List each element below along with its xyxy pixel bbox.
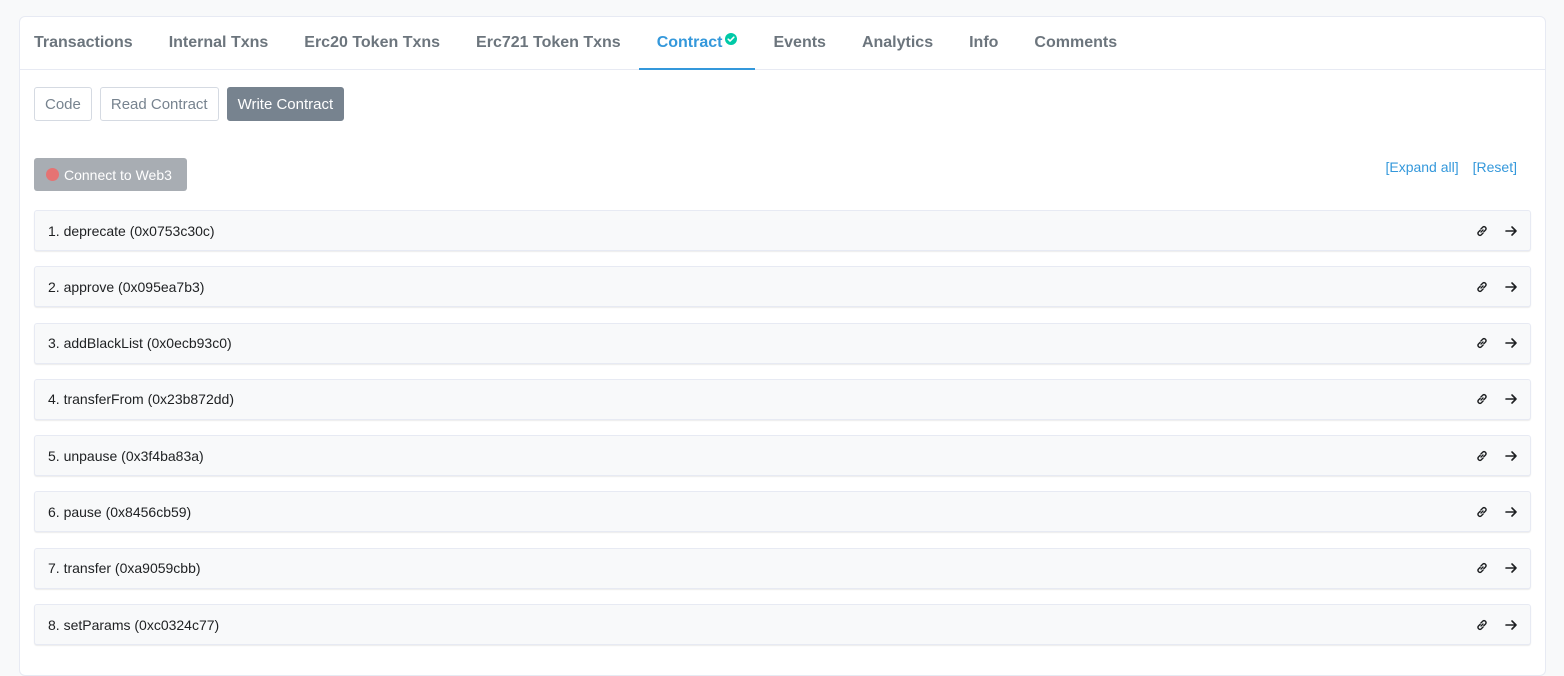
tab-label: Internal Txns <box>168 34 269 51</box>
subtab-code[interactable]: Code <box>34 87 92 121</box>
function-row[interactable]: 7. transfer (0xa9059cbb) <box>34 547 1531 589</box>
function-label: 8. setParams (0xc0324c77) <box>48 616 220 633</box>
row-actions <box>1475 224 1518 238</box>
arrow-right-icon[interactable] <box>1505 562 1518 574</box>
contract-card: Transactions Internal Txns Erc20 Token T… <box>19 16 1546 676</box>
tab-analytics[interactable]: Analytics <box>844 17 951 69</box>
tab-erc20-token-txns[interactable]: Erc20 Token Txns <box>286 17 458 69</box>
subtab-write-contract[interactable]: Write Contract <box>226 87 345 121</box>
connect-web3-button[interactable]: Connect to Web3 <box>34 158 187 191</box>
tab-comments[interactable]: Comments <box>1016 17 1135 69</box>
connection-status-icon <box>46 168 59 181</box>
tab-bar: Transactions Internal Txns Erc20 Token T… <box>20 17 1545 70</box>
tab-internal-txns[interactable]: Internal Txns <box>151 17 287 69</box>
arrow-right-icon[interactable] <box>1505 619 1518 631</box>
contract-subtabs: Code Read Contract Write Contract <box>34 87 345 121</box>
function-row[interactable]: 8. setParams (0xc0324c77) <box>34 604 1531 646</box>
function-row[interactable]: 1. deprecate (0x0753c30c) <box>34 210 1531 251</box>
row-actions <box>1475 392 1518 406</box>
function-label: 6. pause (0x8456cb59) <box>48 503 192 520</box>
arrow-right-icon[interactable] <box>1505 450 1518 462</box>
link-icon[interactable] <box>1475 449 1489 463</box>
link-icon[interactable] <box>1475 280 1489 294</box>
tab-contract[interactable]: Contract <box>638 17 756 70</box>
link-icon[interactable] <box>1475 336 1489 350</box>
row-actions <box>1475 449 1518 463</box>
tab-erc721-token-txns[interactable]: Erc721 Token Txns <box>458 17 639 69</box>
function-label: 4. transferFrom (0x23b872dd) <box>48 391 234 408</box>
link-icon[interactable] <box>1475 224 1489 238</box>
link-icon[interactable] <box>1475 561 1489 575</box>
function-label: 5. unpause (0x3f4ba83a) <box>48 447 204 464</box>
reset-link[interactable]: [Reset] <box>1473 159 1517 175</box>
function-row[interactable]: 3. addBlackList (0x0ecb93c0) <box>34 322 1531 364</box>
function-row[interactable]: 5. unpause (0x3f4ba83a) <box>34 435 1531 477</box>
arrow-right-icon[interactable] <box>1505 281 1518 293</box>
expand-links: [Expand all] [Reset] <box>1385 159 1517 175</box>
tab-label: Info <box>969 34 999 51</box>
tab-label: Erc20 Token Txns <box>304 34 441 51</box>
row-actions <box>1475 505 1518 519</box>
link-icon[interactable] <box>1475 505 1489 519</box>
tab-events[interactable]: Events <box>755 17 843 69</box>
function-row[interactable]: 4. transferFrom (0x23b872dd) <box>34 378 1531 420</box>
row-actions <box>1475 336 1518 350</box>
tab-label: Analytics <box>861 34 934 51</box>
link-icon[interactable] <box>1475 392 1489 406</box>
tab-info[interactable]: Info <box>951 17 1016 69</box>
check-circle-icon <box>725 32 738 45</box>
row-actions <box>1475 561 1518 575</box>
function-row[interactable]: 2. approve (0x095ea7b3) <box>34 266 1531 308</box>
function-label: 1. deprecate (0x0753c30c) <box>48 222 215 239</box>
tab-label: Transactions <box>34 34 133 51</box>
function-list: 1. deprecate (0x0753c30c) 2. approve (0x… <box>34 210 1531 660</box>
expand-all-link[interactable]: [Expand all] <box>1385 159 1458 175</box>
tab-transactions[interactable]: Transactions <box>20 17 151 69</box>
function-label: 2. approve (0x095ea7b3) <box>48 278 205 295</box>
tab-label: Contract <box>656 34 723 51</box>
arrow-right-icon[interactable] <box>1505 225 1518 237</box>
connect-web3-label: Connect to Web3 <box>64 166 172 183</box>
arrow-right-icon[interactable] <box>1505 337 1518 349</box>
function-label: 7. transfer (0xa9059cbb) <box>48 560 201 577</box>
subtab-read-contract[interactable]: Read Contract <box>99 87 219 121</box>
tab-label: Erc721 Token Txns <box>476 34 621 51</box>
tab-label: Comments <box>1034 34 1118 51</box>
tab-label: Events <box>773 34 826 51</box>
arrow-right-icon[interactable] <box>1505 506 1518 518</box>
function-label: 3. addBlackList (0x0ecb93c0) <box>48 335 232 352</box>
row-actions <box>1475 618 1518 632</box>
arrow-right-icon[interactable] <box>1505 393 1518 405</box>
row-actions <box>1475 280 1518 294</box>
function-row[interactable]: 6. pause (0x8456cb59) <box>34 491 1531 533</box>
link-icon[interactable] <box>1475 618 1489 632</box>
